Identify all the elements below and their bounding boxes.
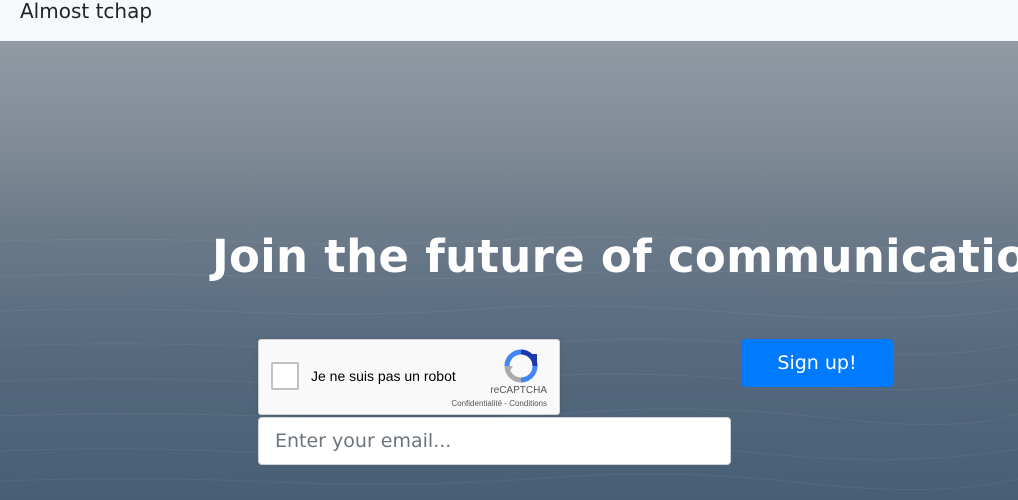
navbar: Almost tchap <box>0 0 1018 41</box>
recaptcha-checkbox[interactable] <box>271 362 299 390</box>
recaptcha-logo-icon <box>504 349 538 383</box>
navbar-brand[interactable]: Almost tchap <box>20 0 152 23</box>
recaptcha-widget: Je ne suis pas un robot reCAPTCHA Confid… <box>258 339 560 415</box>
recaptcha-label: Je ne suis pas un robot <box>311 368 456 384</box>
recaptcha-links: Confidentialité - Conditions <box>451 399 547 408</box>
terms-link[interactable]: Conditions <box>509 399 547 408</box>
signup-button[interactable]: Sign up! <box>741 339 893 387</box>
email-input[interactable] <box>258 417 731 465</box>
privacy-link[interactable]: Confidentialité <box>451 399 502 408</box>
hero-headline: Join the future of communication! <box>212 230 1018 283</box>
recaptcha-brand: reCAPTCHA <box>490 385 547 396</box>
